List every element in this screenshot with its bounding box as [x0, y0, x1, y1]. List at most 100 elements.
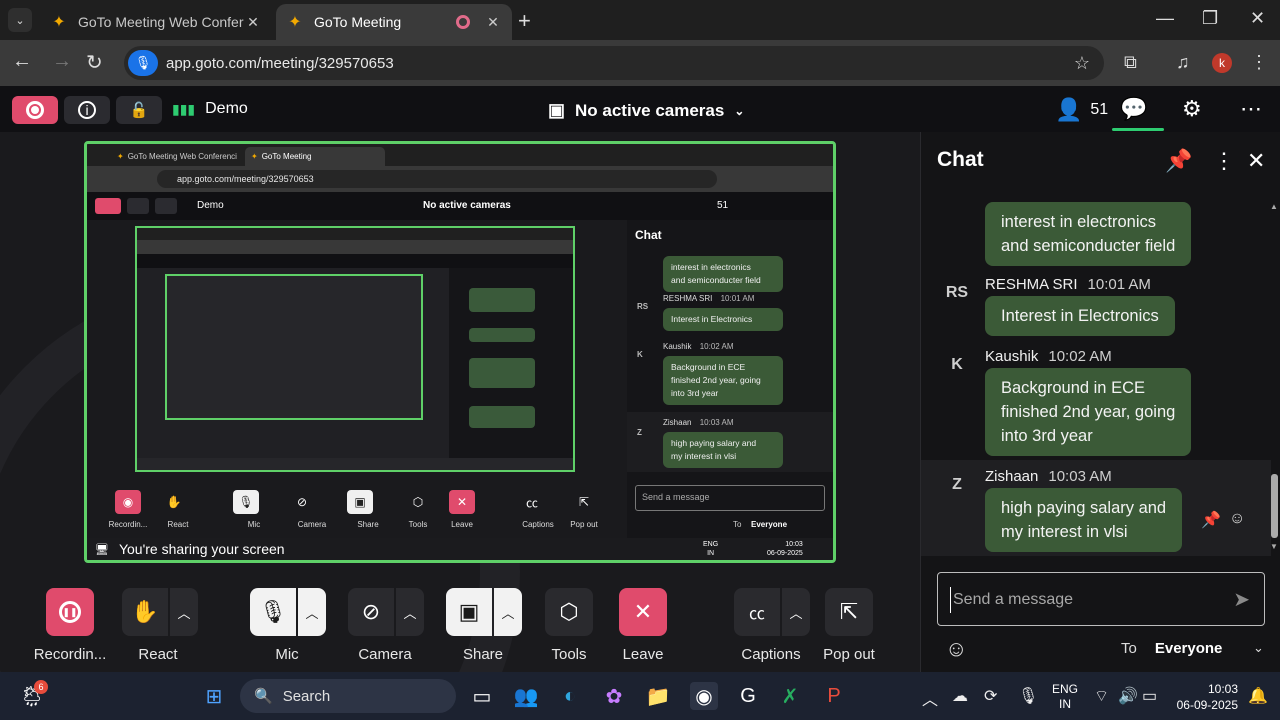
chevron-down-icon[interactable]: ⌄	[1253, 640, 1264, 656]
taskbar-clock[interactable]: 10:03 06-09-2025	[1170, 681, 1238, 713]
chevron-up-icon[interactable]: ︿	[396, 588, 424, 636]
language-text: ENG	[1052, 682, 1079, 696]
more-options-icon[interactable]: ⋯	[1240, 96, 1262, 122]
mini-time: 10:02 AM	[699, 342, 734, 351]
show-hidden-icons-icon[interactable]: ︿	[922, 686, 938, 710]
mini-label: Pop out	[570, 520, 598, 529]
powerpoint-icon[interactable]: P	[820, 682, 848, 710]
chevron-up-icon[interactable]: ︿	[298, 588, 326, 636]
file-explorer-icon[interactable]: 📁	[644, 682, 672, 710]
microphone-tray-icon[interactable]: 🎙	[1018, 686, 1038, 706]
new-tab-icon[interactable]: +	[518, 8, 531, 34]
chat-message-input[interactable]	[950, 587, 1220, 613]
tab-title: GoTo Meeting	[314, 14, 402, 30]
send-icon[interactable]: ➤	[1233, 587, 1250, 612]
camera-off-icon[interactable]: ⊘	[348, 588, 394, 636]
google-icon[interactable]: G	[734, 682, 762, 710]
volume-icon[interactable]: 🔊	[1118, 686, 1138, 706]
window-close-icon[interactable]: ✕	[1250, 8, 1265, 29]
mini-label: Mic	[247, 520, 261, 529]
taskbar-search[interactable]: 🔍 Search	[240, 679, 456, 713]
mini-label: Share	[357, 520, 379, 529]
chevron-up-icon[interactable]: ︿	[170, 588, 198, 636]
chat-scrollbar[interactable]: ▲ ▼	[1270, 202, 1278, 552]
browser-menu-icon[interactable]: ⋮	[1250, 52, 1268, 73]
chat-input-box[interactable]: ➤	[937, 572, 1265, 626]
record-icon	[26, 101, 44, 119]
back-icon[interactable]: ←	[12, 50, 32, 73]
profile-avatar[interactable]: k	[1212, 53, 1232, 73]
tools-button[interactable]: ⬡	[545, 588, 593, 636]
chevron-up-icon[interactable]: ︿	[494, 588, 522, 636]
onedrive-icon[interactable]: ☁	[952, 686, 968, 706]
edge-icon[interactable]: ◐	[556, 682, 584, 710]
close-chat-icon[interactable]: ✕	[1247, 148, 1265, 174]
scrollbar-thumb[interactable]	[1271, 474, 1278, 538]
scroll-up-icon[interactable]: ▲	[1270, 202, 1278, 211]
pop-out-button[interactable]: ⇱	[825, 588, 873, 636]
captions-icon[interactable]: ㏄	[734, 588, 780, 636]
chevron-up-icon[interactable]: ︿	[782, 588, 810, 636]
forward-icon[interactable]: →	[52, 50, 72, 73]
leave-button[interactable]: ✕	[619, 588, 667, 636]
tab-close-icon[interactable]: ✕	[244, 14, 262, 31]
lock-button[interactable]: 🔓	[116, 96, 162, 124]
tab-goto-meeting[interactable]: ✦ GoTo Meeting ✕	[276, 4, 512, 40]
url-text[interactable]: app.goto.com/meeting/329570653	[166, 55, 394, 72]
pin-message-icon[interactable]: 📌	[1201, 510, 1221, 530]
chat-message-list[interactable]: interest in electronics and semiconducte…	[921, 188, 1271, 556]
omnibox[interactable]: 🎙 app.goto.com/meeting/329570653 ☆	[124, 46, 1104, 80]
mic-in-use-icon[interactable]: 🎙	[128, 50, 158, 76]
tab-close-icon[interactable]: ✕	[484, 14, 502, 31]
scroll-down-icon[interactable]: ▼	[1270, 542, 1278, 551]
recipient-selector[interactable]: To Everyone	[1121, 640, 1222, 657]
nested-chat	[449, 268, 573, 458]
windows-start-icon[interactable]: ⊞	[200, 682, 228, 710]
settings-gear-icon[interactable]: ⚙	[1182, 96, 1202, 122]
reload-icon[interactable]: ↻	[86, 50, 103, 75]
mini-author-name: RESHMA SRI	[663, 294, 713, 303]
browser-tab-bar: ⌄ ✦ GoTo Meeting Web Conferencin ✕ ✦ GoT…	[0, 0, 1280, 40]
screen-share-icon[interactable]: ▣	[446, 588, 492, 636]
recipient-value: Everyone	[1154, 640, 1223, 657]
excel-icon[interactable]: ✗	[776, 682, 804, 710]
pin-icon[interactable]: 📌	[1165, 148, 1192, 174]
attendees-button[interactable]: 👤 51	[1055, 97, 1108, 123]
mini-url: app.goto.com/meeting/329570653	[157, 170, 717, 188]
extensions-icon[interactable]: ⧉	[1124, 52, 1137, 73]
notifications-icon[interactable]: 🔔	[1248, 686, 1268, 706]
sharing-status-text: You're sharing your screen	[118, 541, 285, 557]
info-button[interactable]: i	[64, 96, 110, 124]
recording-button[interactable]: ❚❚	[46, 588, 94, 636]
more-vertical-icon[interactable]: ⋮	[1213, 148, 1235, 174]
hand-icon[interactable]: ✋	[122, 588, 168, 636]
add-reaction-icon[interactable]: ☺	[1229, 510, 1245, 528]
chrome-icon[interactable]: ◉	[690, 682, 718, 710]
mini-lang-text: ENG	[703, 541, 719, 548]
wifi-icon[interactable]: ⌔	[1094, 686, 1109, 706]
emoji-icon[interactable]: ☺	[945, 636, 967, 662]
mini-tab-bar: ✦ GoTo Meeting Web Conferenci ✦ GoTo Mee…	[87, 144, 833, 166]
tab-goto-web-conferencing[interactable]: ✦ GoTo Meeting Web Conferencin ✕	[40, 4, 272, 40]
media-control-icon[interactable]: ♫	[1176, 52, 1190, 73]
copilot-icon[interactable]: ✿	[600, 682, 628, 710]
battery-icon[interactable]: ▭	[1142, 686, 1157, 706]
tab-search-button[interactable]: ⌄	[8, 8, 32, 32]
teams-icon[interactable]: 👥	[512, 682, 540, 710]
meeting-name[interactable]: ▮▮▮ Demo	[172, 100, 248, 118]
mic-icon[interactable]: 🎙	[250, 588, 296, 636]
leave-label: Leave	[622, 646, 664, 663]
chat-icon[interactable]: 💬	[1120, 96, 1147, 122]
restore-icon[interactable]: ❐	[1202, 8, 1218, 29]
mini-tab: ✦ GoTo Meeting Web Conferenci	[111, 147, 251, 166]
task-view-icon[interactable]: ▭	[468, 682, 496, 710]
message-time: 10:01 AM	[1087, 276, 1151, 293]
language-indicator[interactable]: ENG IN	[1052, 682, 1078, 712]
minimize-icon[interactable]: —	[1156, 8, 1174, 29]
sync-icon[interactable]: ⟳	[984, 686, 997, 706]
recording-button[interactable]	[12, 96, 58, 124]
camera-layout-selector[interactable]: ▣ No active cameras ⌄	[548, 100, 744, 121]
address-bar-row: ← → ↻ 🎙 app.goto.com/meeting/329570653 ☆…	[0, 40, 1280, 86]
mini-bubble-line: into 3rd year	[671, 388, 719, 398]
bookmark-star-icon[interactable]: ☆	[1074, 53, 1090, 74]
